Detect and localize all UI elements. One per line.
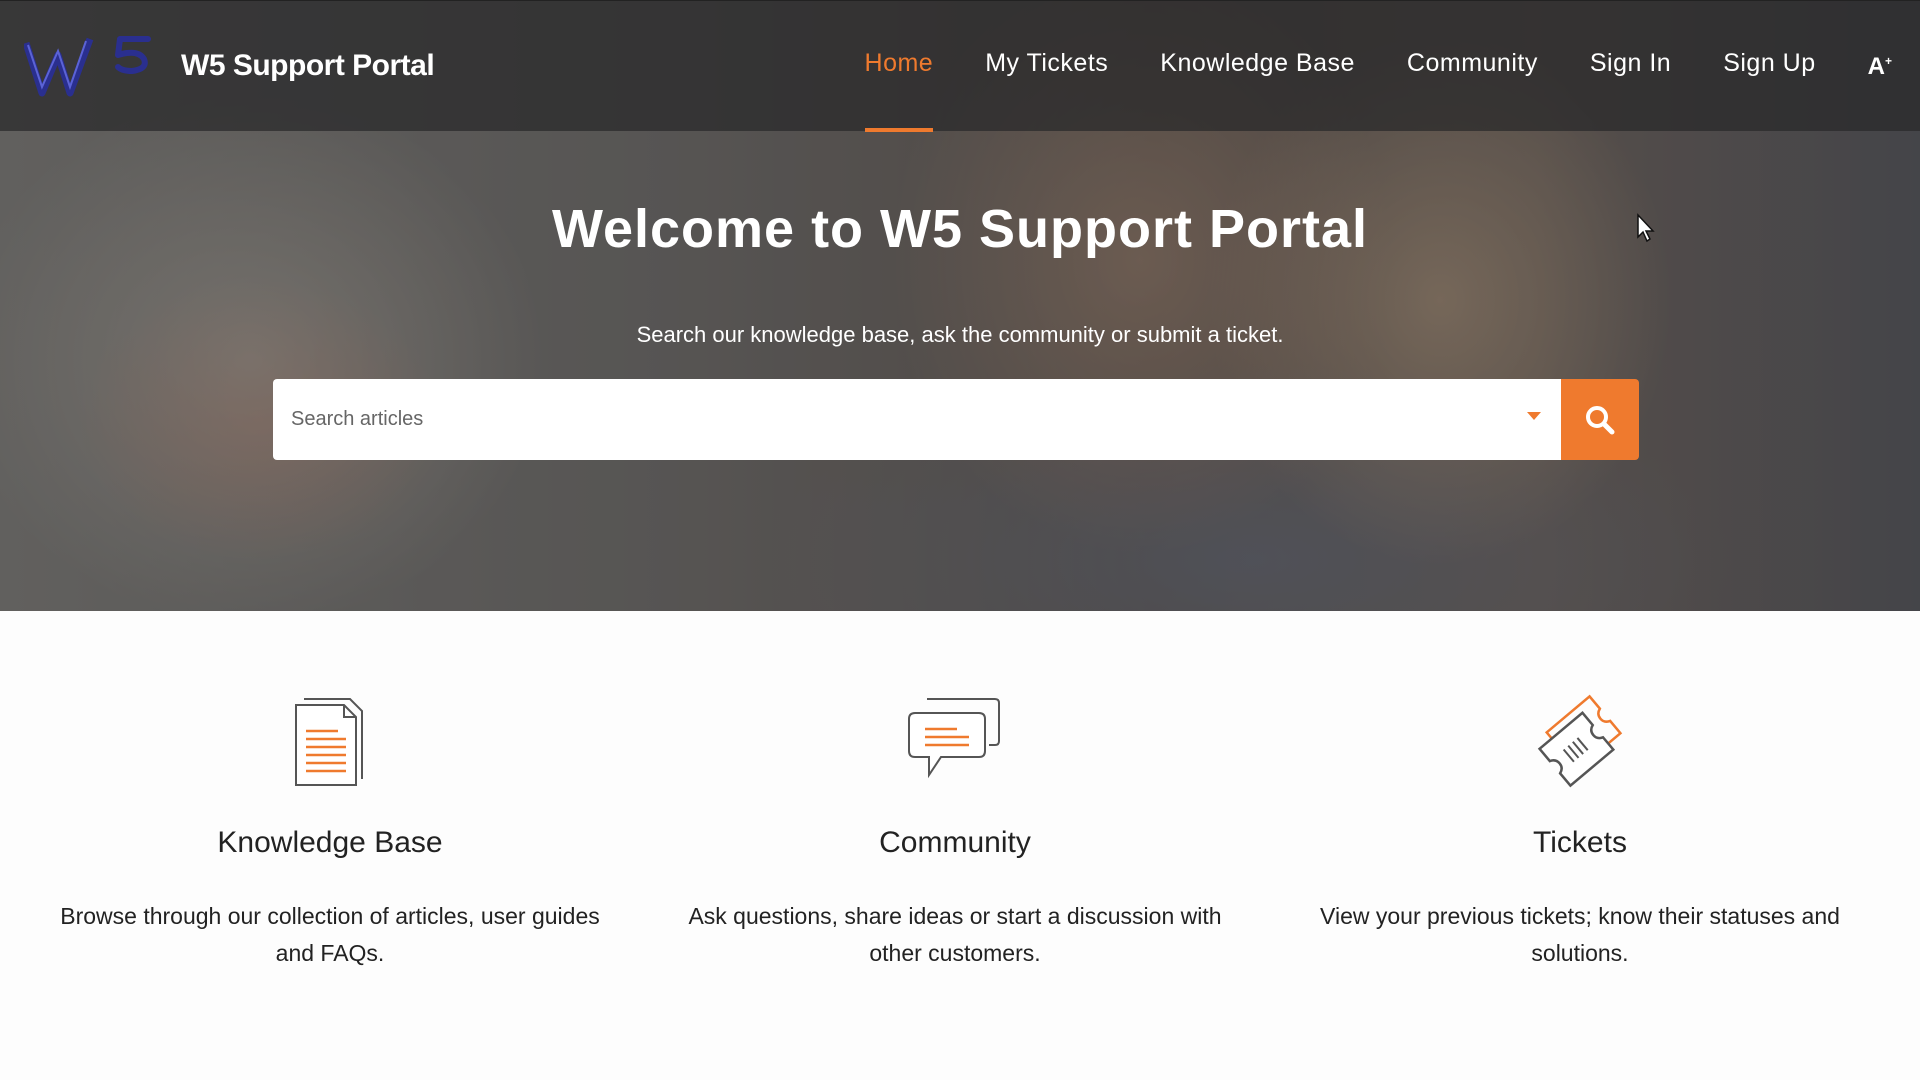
welcome-title: Welcome to W5 Support Portal	[551, 199, 1369, 259]
feature-title: Tickets	[1533, 826, 1627, 859]
w5-logo[interactable]	[24, 33, 159, 99]
font-size-plus: +	[1884, 54, 1892, 68]
navbar: W5 Support Portal Home My Tickets Knowle…	[0, 0, 1920, 132]
feature-description: Browse through our collection of article…	[60, 903, 600, 966]
main-nav: Home My Tickets Knowledge Base Community…	[839, 1, 1920, 132]
nav-home[interactable]: Home	[839, 1, 960, 132]
document-icon	[295, 698, 363, 786]
font-size-label: A	[1867, 53, 1885, 80]
mouse-cursor-icon	[1637, 213, 1655, 243]
feature-title: Community	[879, 826, 1031, 859]
search-bar	[273, 379, 1639, 460]
ticket-icon	[1537, 694, 1623, 788]
caret-down-icon[interactable]	[1527, 412, 1541, 420]
nav-my-tickets[interactable]: My Tickets	[959, 1, 1134, 132]
nav-sign-up[interactable]: Sign Up	[1697, 1, 1841, 132]
brand-name[interactable]: W5 Support Portal	[181, 49, 435, 83]
nav-knowledge-base[interactable]: Knowledge Base	[1134, 1, 1381, 132]
hero-subtitle: Search our knowledge base, ask the commu…	[636, 322, 1284, 347]
features-section: Knowledge Base Browse through our collec…	[0, 611, 1920, 1080]
feature-title: Knowledge Base	[217, 826, 443, 859]
search-button[interactable]	[1561, 379, 1639, 460]
chat-icon	[908, 698, 1000, 779]
feature-description: View your previous tickets; know their s…	[1320, 903, 1840, 966]
nav-community[interactable]: Community	[1381, 1, 1564, 132]
feature-description: Ask questions, share ideas or start a di…	[688, 903, 1222, 966]
nav-sign-in[interactable]: Sign In	[1564, 1, 1697, 132]
search-icon	[1586, 405, 1615, 434]
search-input[interactable]	[273, 379, 1561, 460]
font-size-toggle[interactable]: A+	[1842, 1, 1920, 81]
